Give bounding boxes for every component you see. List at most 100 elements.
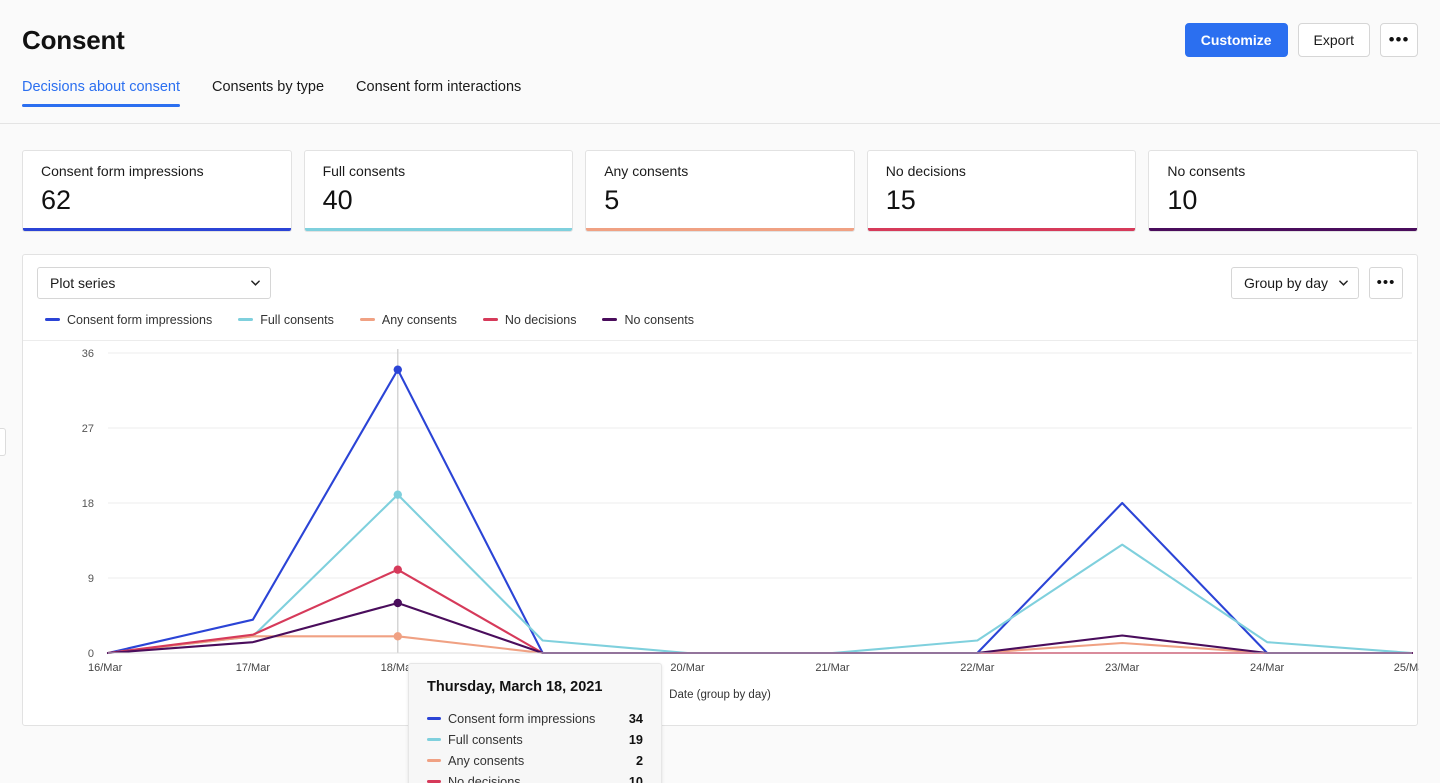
page-header: Consent Customize Export ••• xyxy=(0,0,1440,80)
series-line-consent-form-impressions xyxy=(106,368,1414,655)
tab-decisions-about-consent[interactable]: Decisions about consent xyxy=(22,80,180,106)
header-actions: Customize Export ••• xyxy=(1184,23,1418,57)
metric-accent-bar xyxy=(586,228,854,231)
legend-item-no-consents[interactable]: No consents xyxy=(602,312,694,327)
tooltip-series-name: Consent form impressions xyxy=(448,711,596,726)
chart-toolbar-right: Group by day ••• xyxy=(1230,267,1403,299)
data-point-marker xyxy=(393,490,402,499)
legend-item-no-decisions[interactable]: No decisions xyxy=(482,312,577,327)
legend-label: No consents xyxy=(624,312,694,327)
tab-bar: Decisions about consent Consents by type C… xyxy=(0,80,1440,124)
x-axis-tick-label: 16/Mar xyxy=(88,662,123,674)
data-point-marker xyxy=(393,632,402,641)
metric-card-consent-form-impressions[interactable]: Consent form impressions 62 xyxy=(22,150,292,232)
y-axis-tick-label: 18 xyxy=(82,498,94,510)
legend-label: No decisions xyxy=(504,312,577,327)
metric-label: No consents xyxy=(1167,163,1246,179)
tab-label: Consents by type xyxy=(212,79,325,95)
tooltip-series-value: 2 xyxy=(635,753,643,768)
chevron-down-icon xyxy=(1339,280,1348,286)
tooltip-rows: Consent form impressions 34 Full consents 1… xyxy=(427,708,643,783)
tab-consent-form-interactions[interactable]: Consent form interactions xyxy=(356,80,521,106)
plot-area[interactable]: 0918273616/Mar17/Mar18/Mar19/Mar20/Mar21… xyxy=(23,341,1419,721)
metric-accent-bar xyxy=(304,228,573,231)
tooltip-swatch xyxy=(427,759,441,762)
legend-swatch xyxy=(359,318,375,321)
tooltip-series-value: 10 xyxy=(628,774,643,783)
series-line-no-decisions xyxy=(106,568,1414,655)
metric-value: 40 xyxy=(322,185,353,215)
y-axis-tick-label: 27 xyxy=(82,423,94,435)
legend-label: Consent form impressions xyxy=(67,312,213,327)
chart-toolbar: Plot series Group by day ••• xyxy=(23,255,1417,311)
legend-swatch xyxy=(482,318,498,321)
x-axis-tick-label: 25/Mar xyxy=(1394,662,1419,674)
tooltip-row: Consent form impressions 34 xyxy=(427,708,643,729)
tab-label: Decisions about consent xyxy=(22,79,180,95)
legend-item-consent-form-impressions[interactable]: Consent form impressions xyxy=(45,313,212,327)
chevron-down-icon xyxy=(251,280,260,286)
legend-label: Any consents xyxy=(381,312,457,327)
tooltip-title: Thursday, March 18, 2021 xyxy=(427,679,603,695)
metric-accent-bar xyxy=(867,228,1136,231)
group-by-select-value: Group by day xyxy=(1243,275,1328,291)
data-point-marker xyxy=(393,598,402,608)
x-axis-tick-label: 22/Mar xyxy=(960,662,995,674)
page-title: Consent xyxy=(22,24,125,55)
metric-value: 15 xyxy=(885,185,916,215)
metric-card-no-decisions[interactable]: No decisions 15 xyxy=(866,150,1137,232)
legend-swatch xyxy=(602,318,618,321)
metric-card-full-consents[interactable]: Full consents 40 xyxy=(303,150,574,232)
legend-label: Full consents xyxy=(260,312,334,327)
collapsed-panel-handle[interactable] xyxy=(0,428,6,456)
tooltip-swatch xyxy=(427,780,441,783)
y-axis-tick-label: 9 xyxy=(88,573,94,585)
x-axis-tick-label: 17/Mar xyxy=(236,662,271,674)
metric-card-no-consents[interactable]: No consents 10 xyxy=(1148,150,1418,232)
tab-label: Consent form interactions xyxy=(356,79,522,95)
tooltip-swatch xyxy=(427,717,441,720)
chart-panel: Plot series Group by day ••• Consent for… xyxy=(22,254,1419,783)
metric-value: 5 xyxy=(604,185,620,215)
tooltip-row: No decisions 10 xyxy=(427,771,643,783)
legend-item-any-consents[interactable]: Any consents xyxy=(359,312,457,327)
tab-consents-by-type[interactable]: Consents by type xyxy=(212,80,324,106)
customize-button[interactable]: Customize xyxy=(1184,23,1288,57)
tooltip-series-value: 34 xyxy=(628,711,643,726)
chart-more-options-button[interactable]: ••• xyxy=(1369,267,1403,299)
x-axis-tick-label: 24/Mar xyxy=(1250,662,1285,674)
metric-label: No decisions xyxy=(885,163,966,179)
data-point-marker xyxy=(393,565,402,574)
series-line-any-consents xyxy=(106,635,1414,655)
data-point-marker xyxy=(393,365,402,374)
chart-legend: Consent form impressions Full consents Any… xyxy=(23,311,1417,341)
metric-value: 10 xyxy=(1167,185,1198,215)
metric-value: 62 xyxy=(41,185,72,215)
y-axis-tick-label: 36 xyxy=(82,348,94,360)
x-axis-tick-label: 21/Mar xyxy=(815,662,850,674)
metric-label: Full consents xyxy=(322,163,406,179)
plot-series-select[interactable]: Plot series xyxy=(37,267,271,299)
tooltip-series-value: 19 xyxy=(628,732,643,747)
more-options-button[interactable]: ••• xyxy=(1380,23,1418,57)
plot-series-select-value: Plot series xyxy=(50,275,116,291)
legend-item-full-consents[interactable]: Full consents xyxy=(238,313,334,327)
tooltip-series-name: Full consents xyxy=(448,732,523,747)
x-axis-tick-label: 23/Mar xyxy=(1105,662,1140,674)
metric-card-any-consents[interactable]: Any consents 5 xyxy=(585,150,855,232)
metric-accent-bar xyxy=(23,228,291,231)
group-by-select[interactable]: Group by day xyxy=(1230,267,1359,299)
x-axis-label: Date (group by day) xyxy=(669,689,771,701)
metric-cards: Consent form impressions 62 Full consents 4… xyxy=(0,124,1440,232)
tooltip-swatch xyxy=(427,738,441,741)
tooltip-series-name: No decisions xyxy=(448,774,521,783)
legend-swatch xyxy=(238,318,254,321)
metric-accent-bar xyxy=(1149,228,1417,231)
metric-label: Any consents xyxy=(604,163,689,179)
series-line-no-consents xyxy=(106,601,1414,655)
tooltip-row: Any consents 2 xyxy=(427,750,643,771)
y-axis-tick-label: 0 xyxy=(88,648,94,660)
tooltip-row: Full consents 19 xyxy=(427,729,643,750)
legend-swatch xyxy=(45,318,60,321)
export-button[interactable]: Export xyxy=(1297,23,1370,57)
